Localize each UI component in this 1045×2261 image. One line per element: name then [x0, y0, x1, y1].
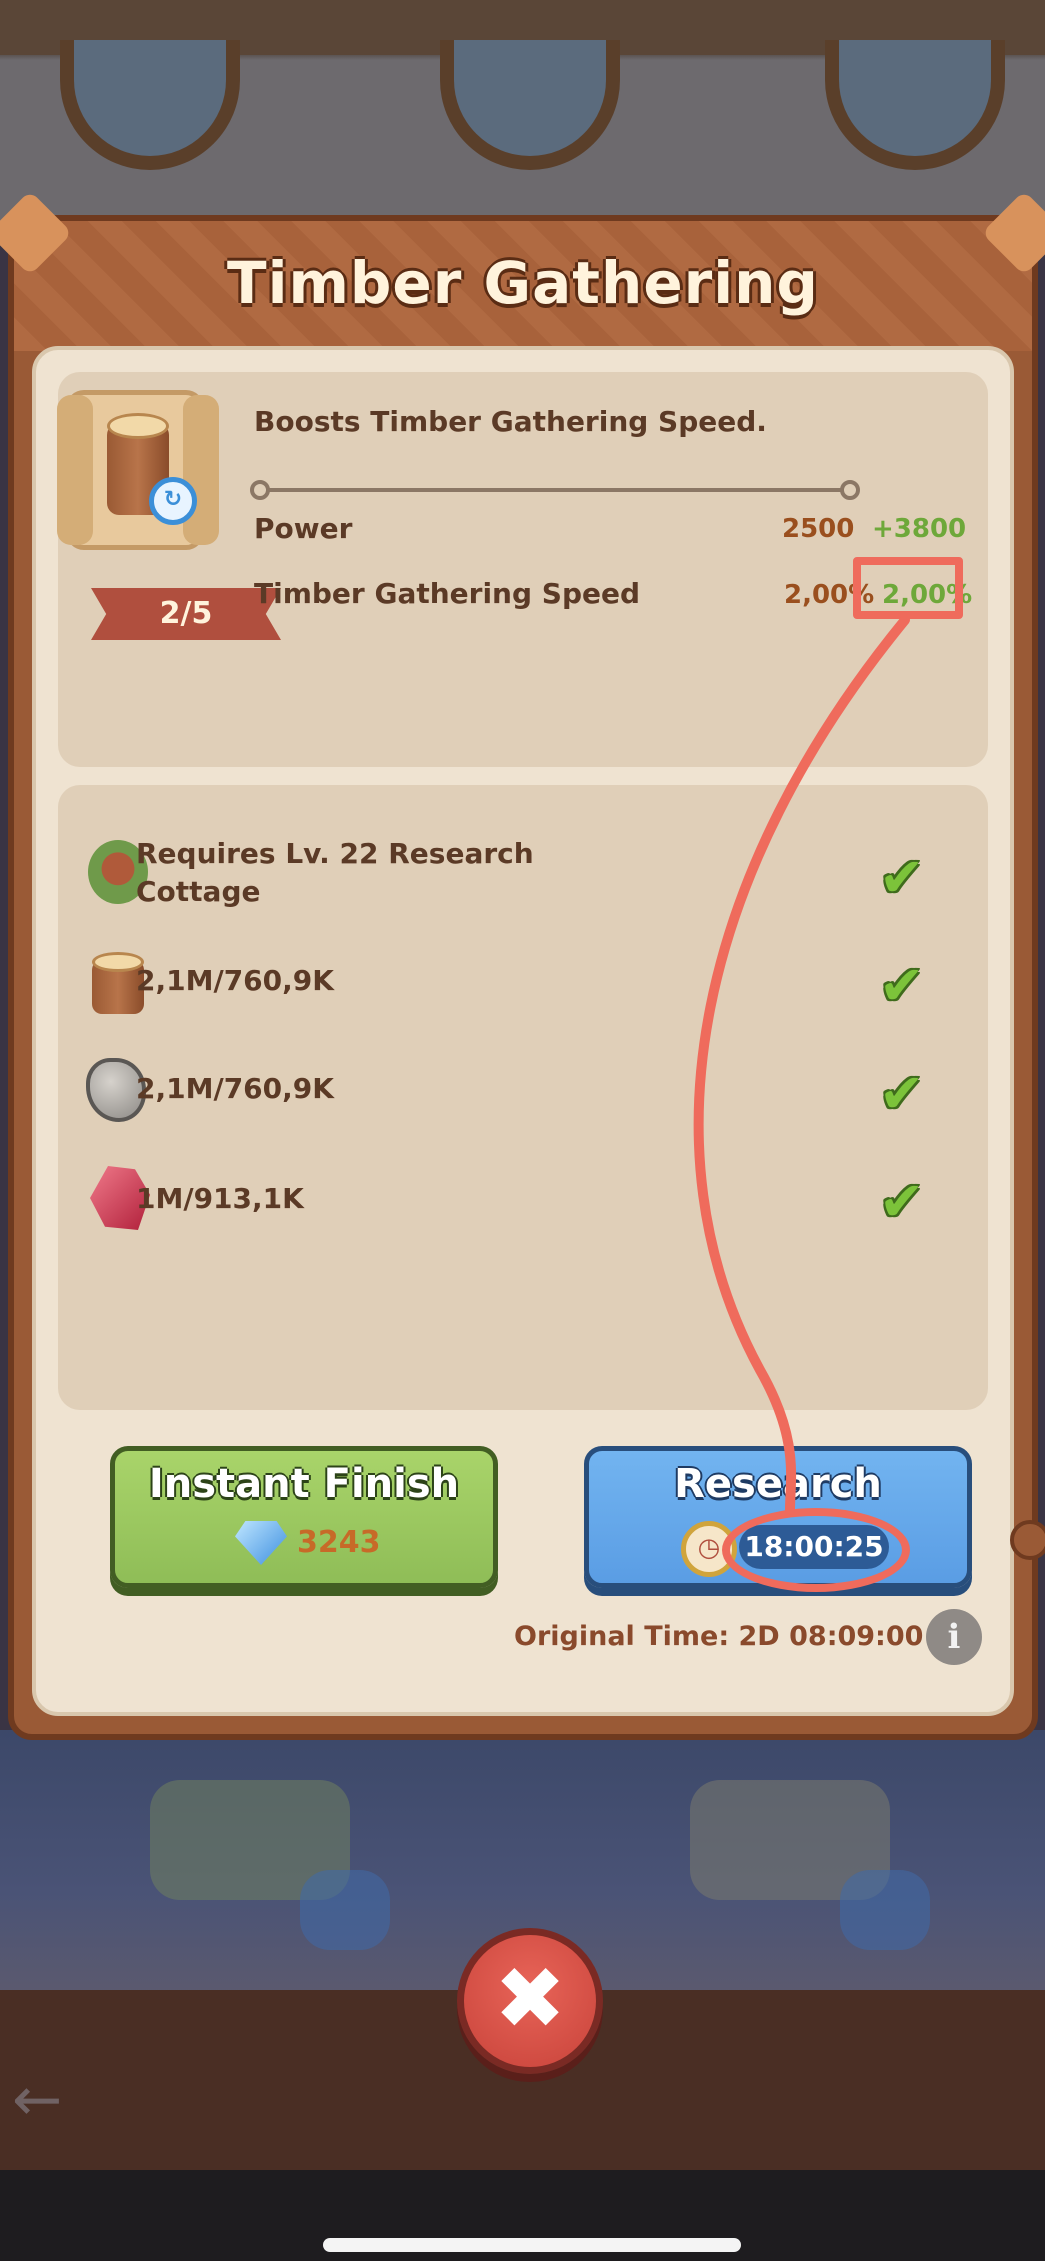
annotation-arrow: [693, 615, 910, 1515]
close-button[interactable]: ✖: [457, 1928, 603, 2074]
